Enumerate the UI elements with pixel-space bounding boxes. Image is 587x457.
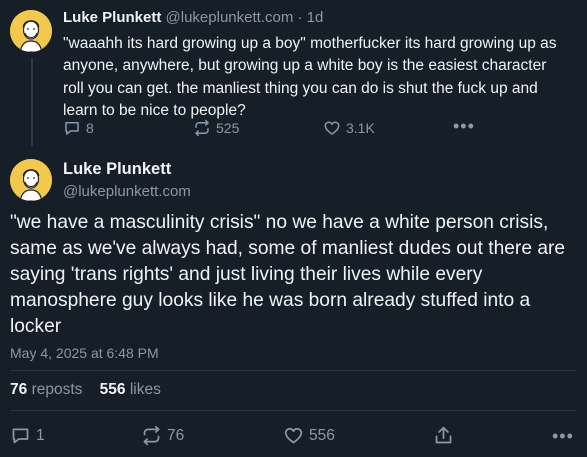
avatar[interactable] [10,159,52,201]
divider [10,370,577,371]
post-stats: 76 reposts 556 likes [10,381,161,399]
divider [10,410,577,411]
reply-button[interactable]: 1 [10,425,45,446]
post-date: May 4, 2025 at 6:48 PM [10,345,159,361]
heart-icon [323,119,341,137]
like-count: 556 [309,426,335,444]
share-button[interactable] [433,425,454,446]
repost-arrows-icon [193,119,211,137]
more-dots-icon[interactable]: ••• [552,427,574,445]
author-handle[interactable]: @lukeplunkett.com [166,9,294,26]
reply-post-text: "waaahh its hard growing up a boy" mothe… [63,35,557,120]
speech-bubble-icon [10,425,31,446]
avatar[interactable] [10,10,52,52]
reply-count: 8 [86,120,94,136]
likes-stat[interactable]: 556 likes [100,381,161,398]
author-name[interactable]: Luke Plunkett [63,160,171,179]
author-name[interactable]: Luke Plunkett [63,9,161,26]
main-post-actions: 1 76 556 ••• [0,425,587,447]
more-dots-icon[interactable]: ••• [453,117,475,135]
author-handle[interactable]: @lukeplunkett.com [63,183,191,200]
share-icon [433,425,454,446]
reply-button[interactable]: 8 [63,119,94,137]
like-button[interactable]: 556 [283,425,335,446]
like-count: 3.1K [346,120,375,136]
repost-button[interactable]: 76 [141,425,184,446]
repost-arrows-icon [141,425,162,446]
reply-post-header: Luke Plunkett @lukeplunkett.com · 1d [63,9,323,26]
speech-bubble-icon [63,119,81,137]
heart-icon [283,425,304,446]
separator: · [297,9,303,26]
reply-post-actions: 8 525 3.1K ••• [0,117,587,139]
reply-count: 1 [36,426,45,444]
repost-button[interactable]: 525 [193,119,239,137]
reposts-stat[interactable]: 76 reposts [10,381,82,398]
repost-count: 76 [167,426,185,444]
post-time[interactable]: 1d [307,9,324,26]
main-post-text: "we have a masculinity crisis" no we hav… [10,212,566,337]
like-button[interactable]: 3.1K [323,119,375,137]
repost-count: 525 [216,120,240,136]
